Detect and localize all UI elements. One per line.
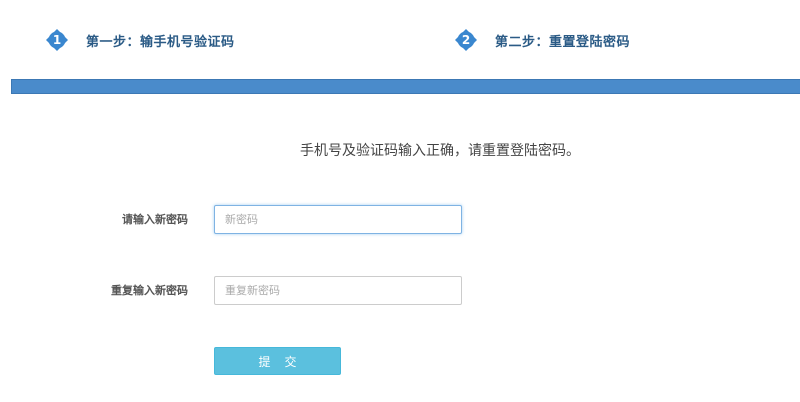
- step-2-indicator: 2 第二步：重置登陆密码: [455, 28, 630, 52]
- repeat-password-row: 重复输入新密码: [0, 276, 800, 305]
- repeat-password-label: 重复输入新密码: [111, 284, 188, 297]
- step-1-number: 1: [52, 33, 62, 47]
- step-2-title: 第二步：重置登陆密码: [495, 34, 631, 50]
- step-1-title: 第一步：输手机号验证码: [86, 34, 235, 50]
- new-password-input[interactable]: [214, 205, 462, 234]
- submit-button[interactable]: 提交: [214, 347, 341, 375]
- notice-message: 手机号及验证码输入正确，请重置登陆密码。: [300, 143, 580, 159]
- new-password-label: 请输入新密码: [122, 213, 188, 226]
- step-2-number: 2: [461, 33, 471, 47]
- repeat-password-input[interactable]: [214, 276, 462, 305]
- step-progress-bar: [11, 79, 800, 94]
- new-password-row: 请输入新密码: [0, 205, 800, 234]
- step-1-indicator: 1 第一步：输手机号验证码: [46, 28, 235, 52]
- reset-password-page: 1 第一步：输手机号验证码 2 第二步：重置登陆密码 手机号及验证码输入正确，请…: [0, 0, 800, 402]
- step-2-badge-icon: 2: [455, 29, 477, 51]
- step-1-badge-icon: 1: [46, 29, 68, 51]
